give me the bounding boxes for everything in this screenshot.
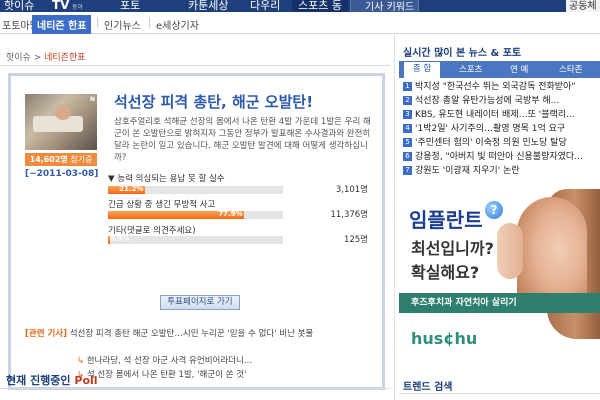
implant-advertisement[interactable]: ? 임플란트 최선입니까? 확실해요? 후즈후치과 자연치아 살리기 hus¢h… [399, 189, 600, 365]
ad-subheadline: 확실해요? [411, 263, 480, 282]
poll-description: 삼호주얼리호 석해균 선장의 몸에서 나온 탄환 4발 가운데 1발은 우리 해… [114, 117, 371, 163]
rank-icon: 3 [403, 110, 412, 119]
news-list-item[interactable]: 1 박지성 "한국선수 뛰는 외국감독 전화받아" [403, 81, 598, 93]
subnav-netizen-vote[interactable]: 네티즌 한표 [32, 15, 92, 34]
tab-entertainment[interactable]: 연 예 [510, 63, 528, 75]
votes-count: 14,602명 [29, 155, 68, 164]
realtime-news-title: 실시간 많이 본 뉴스 & 포토 [403, 48, 522, 59]
poll-option-label[interactable]: 긴급 상황 중 생긴 무방적 사고 [108, 198, 215, 210]
tab-starzone[interactable]: 스타존 [559, 63, 582, 75]
nav-item-keyword[interactable]: 기사 키워드 [350, 0, 420, 12]
thumbnail-face-shape [55, 106, 71, 120]
subnav-eworld-reporter[interactable]: e세상기자 [156, 17, 199, 32]
tab-general[interactable]: 종 합 [403, 61, 441, 78]
rank-icon: 5 [403, 138, 412, 147]
rank-icon: 7 [403, 166, 412, 175]
subnav-popular-news[interactable]: 인기뉴스 [104, 17, 141, 32]
poll-option-count: 125명 [343, 235, 368, 245]
question-mark-icon: ? [485, 201, 503, 219]
poll-box: N 석선장 피격 총탄, 해군 오발탄! 삼호주얼리호 석해균 선장의 몸에서 … [8, 73, 385, 390]
news-tabs: 종 합 스포츠 연 예 스타존 [399, 61, 600, 78]
divider [0, 388, 390, 389]
related-tag: [관련 기사] [25, 329, 68, 339]
arrow-icon: ↳ [77, 356, 87, 366]
current-poll-heading: 현재 진행중인 Poll [6, 372, 98, 388]
poll-title[interactable]: 석선장 피격 총탄, 해군 오발탄! [114, 91, 313, 112]
poll-date: [~2011-03-08] [25, 169, 99, 179]
related-sub-link[interactable]: ↳ 석 선장 몸에서 나온 탄환 1발, '해군이 쏜 것' [77, 368, 246, 380]
tv-logo-sub: 동아 [72, 4, 84, 11]
news-list-item-text[interactable]: '1박2일' 사기주의…촬영 명목 1억 요구 [415, 124, 565, 134]
poll-option-bar: 77.9% [108, 210, 283, 219]
rank-icon: 4 [403, 124, 412, 133]
divider [399, 393, 600, 394]
go-to-vote-page-button[interactable]: 투표페이지로 가기 [160, 295, 240, 310]
current-poll-en: Poll [74, 374, 98, 387]
poll-option-text: 능력 의심되는 용납 못 할 실수 [117, 174, 225, 184]
ad-subheadline: 최선입니까? [411, 239, 494, 258]
votes-badge: 14,602명 참가중 [25, 153, 97, 166]
rank-icon: 1 [403, 82, 412, 91]
ad-brand-logo: hus¢hu [411, 329, 478, 348]
nav-item-sports[interactable]: 스포츠 동 [292, 0, 348, 12]
nav-item-photo[interactable]: 포토 [120, 0, 140, 12]
ad-band-text: 후즈후치과 자연치아 살리기 [399, 293, 600, 313]
poll-option-count: 11,376명 [330, 210, 368, 220]
breadcrumb: 핫이슈 > 네티즌한표 [6, 50, 86, 63]
subnav-divider: | [96, 17, 100, 28]
divider [0, 65, 390, 66]
subnav-divider: | [148, 17, 152, 28]
poll-option-percent: 21.2% [119, 185, 144, 193]
news-list-item-text[interactable]: 석선장 총알 유탄가능성에 국방부 해... [415, 96, 559, 106]
news-list-item[interactable]: 2 석선장 총알 유탄가능성에 국방부 해... [403, 95, 598, 107]
sub-navigation: 포토마당 네티즌 한표 | 인기뉴스 | e세상기자 [0, 12, 600, 34]
nav-item-dawoori[interactable]: 다우리 [250, 0, 280, 12]
breadcrumb-separator-icon: > [33, 53, 45, 63]
related-article-text[interactable]: 석선장 피격 총탄 해군 오발탄…시민 누리꾼 '믿을 수 없다' 비난 봇물 [70, 329, 314, 339]
nav-item-cartoon[interactable]: 카툰세상 [188, 0, 228, 12]
top-navigation-bar: 핫이슈 TV 동아 포토 카툰세상 다우리 스포츠 동 기사 키워드 공동체 [0, 0, 600, 12]
news-list-item-text[interactable]: '주민센터 험의' 이숙정 의원 민노당 탈당 [415, 138, 567, 148]
tv-logo[interactable]: TV [52, 0, 69, 12]
poll-option-percent: 0.9% [110, 235, 130, 243]
related-sub-link-text[interactable]: 석 선장 몸에서 나온 탄환 1발, '해군이 쏜 것' [87, 370, 247, 380]
news-list-item[interactable]: 3 KBS, 유도현 내레이터 배제…또 '블랙리... [403, 109, 598, 121]
trend-search-title: 트렌드 검색 [403, 382, 453, 393]
nav-section-hotissue[interactable]: 핫이슈 [4, 0, 34, 12]
news-list-item[interactable]: 4'1박2일' 사기주의…촬영 명목 1억 요구 [403, 123, 598, 135]
nav-item-community[interactable]: 공동체 [566, 0, 600, 12]
news-list-item-text[interactable]: 강용정, "아버지 빛 떠안아 신용불량자였다... [415, 152, 583, 162]
news-list-item[interactable]: 5 '주민센터 험의' 이숙정 의원 민노당 탈당 [403, 137, 598, 149]
ad-model-hand-shape [497, 223, 523, 279]
right-sidebar: 실시간 많이 본 뉴스 & 포토 종 합 스포츠 연 예 스타존 1 박지성 "한… [394, 34, 600, 400]
main-content: 핫이슈 > 네티즌한표 N 석선장 피격 총탄, 해군 오발탄! 삼호주얼리호 … [0, 34, 392, 400]
related-article[interactable]: [관련 기사] 석선장 피격 총탄 해군 오발탄…시민 누리꾼 '믿을 수 없다… [25, 329, 375, 340]
poll-option-percent: 77.9% [218, 210, 243, 218]
related-sub-link-text[interactable]: 한나라당, 석 선장 아군 사격 유언비어라더니… [87, 356, 252, 366]
breadcrumb-parent[interactable]: 핫이슈 [6, 53, 31, 63]
news-list-item-text[interactable]: 박지성 "한국선수 뛰는 외국감독 전화받아" [415, 82, 575, 92]
ad-headline: 임플란트 [409, 208, 483, 232]
rank-icon: 6 [403, 152, 412, 161]
option-marker-icon: ▼ [108, 174, 118, 184]
news-list-item-text[interactable]: KBS, 유도현 내레이터 배제…또 '블랙리... [415, 110, 575, 120]
poll-option-bar: 21.2% [108, 185, 283, 194]
current-poll-label: 현재 진행중인 [6, 374, 71, 387]
poll-option-bar: 0.9% [108, 235, 283, 244]
tab-sports[interactable]: 스포츠 [459, 63, 482, 75]
votes-suffix: 참가중 [70, 155, 93, 164]
poll-option-count: 3,101명 [335, 185, 368, 195]
news-list-item[interactable]: 6 강용정, "아버지 빛 떠안아 신용불량자였다... [403, 151, 598, 163]
news-list-item-text[interactable]: 강원도 '이광재 지우기' 논란 [415, 166, 520, 176]
related-sub-link[interactable]: ↳ 한나라당, 석 선장 아군 사격 유언비어라더니… [77, 354, 252, 366]
poll-thumbnail-image[interactable]: N [25, 94, 97, 150]
thumbnail-logo-icon: N [89, 96, 95, 103]
breadcrumb-current: 네티즌한표 [44, 53, 86, 63]
news-list-item[interactable]: 7 강원도 '이광재 지우기' 논란 [403, 165, 598, 177]
poll-option-label[interactable]: ▼ 능력 의심되는 용납 못 할 실수 [108, 172, 225, 184]
rank-icon: 2 [403, 96, 412, 105]
